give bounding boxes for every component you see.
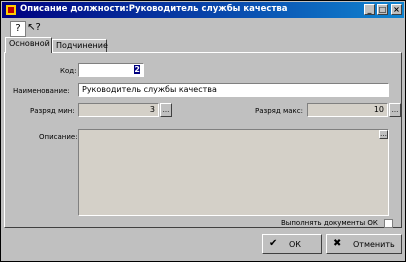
description-dots-button[interactable]: …	[379, 130, 388, 139]
code-value: 2	[134, 65, 140, 74]
rank-max-field[interactable]: 10	[307, 103, 388, 117]
maximize-button[interactable]: □	[377, 4, 388, 15]
rank-min-dots-button[interactable]: ...	[160, 103, 172, 117]
tab-main[interactable]: Основной	[5, 37, 52, 53]
ok-check-checkbox[interactable]	[384, 219, 393, 228]
description-label: Описание:	[39, 133, 78, 141]
tab-panel: Код: 2 Наименование: Руководитель службы…	[4, 52, 402, 228]
cancel-button[interactable]: ✖ Отменить	[326, 234, 402, 254]
code-label: Код:	[60, 67, 77, 75]
title-bar: Описание должности:Руководитель службы к…	[2, 2, 404, 18]
minimize-button[interactable]: _	[364, 4, 375, 15]
window-icon	[5, 4, 17, 16]
window-title: Описание должности:Руководитель службы к…	[20, 4, 288, 14]
question-icon[interactable]: ?	[10, 21, 26, 37]
rank-min-field[interactable]: 3	[78, 103, 159, 117]
close-button[interactable]: ×	[391, 4, 402, 15]
ok-button[interactable]: ✔ ОК	[262, 234, 322, 254]
rank-max-dots-button[interactable]: ...	[389, 103, 401, 117]
ok-check-label: Выполнять документы ОК	[281, 219, 378, 227]
rank-max-label: Разряд макс:	[255, 107, 303, 115]
checkmark-icon: ✔	[269, 238, 278, 249]
cross-icon: ✖	[333, 238, 342, 249]
arrow-help-icon[interactable]: ↖?	[27, 21, 41, 35]
description-field[interactable]	[78, 129, 389, 216]
name-label: Наименование:	[13, 87, 70, 95]
code-field[interactable]: 2	[78, 63, 144, 77]
tab-subordination[interactable]: Подчинение	[52, 39, 108, 53]
dialog-window: Описание должности:Руководитель службы к…	[0, 0, 406, 262]
name-field[interactable]: Руководитель службы качества	[78, 83, 389, 97]
rank-min-label: Разряд мин:	[30, 107, 75, 115]
